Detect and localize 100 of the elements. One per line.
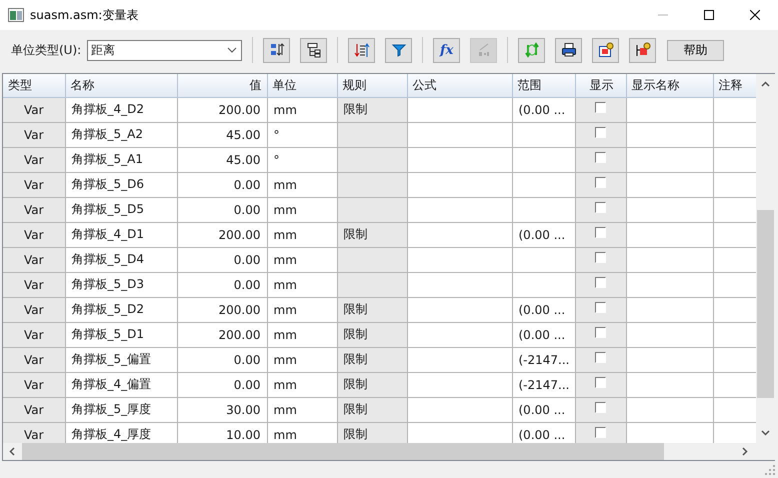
checkbox[interactable]	[595, 102, 606, 113]
filter-button[interactable]	[385, 38, 412, 62]
type-cell: Var	[24, 352, 44, 366]
unit-cell: mm	[274, 278, 297, 292]
name-cell: 角撑板_5_D3	[72, 277, 144, 291]
checkbox[interactable]	[595, 152, 606, 163]
value-cell: 0.00	[234, 378, 260, 392]
column-header[interactable]: 显示名称	[626, 74, 713, 97]
name-cell: 角撑板_5_D1	[72, 327, 144, 341]
printer-icon	[560, 42, 577, 58]
vertical-scrollbar[interactable]	[756, 74, 775, 443]
refresh-button[interactable]	[518, 38, 546, 62]
rule-cell: 限制	[344, 352, 368, 366]
type-cell: Var	[24, 178, 44, 192]
filter-icon	[390, 42, 407, 58]
range-cell: (0.00 ...	[518, 228, 566, 242]
sort-icon	[268, 42, 285, 58]
name-cell: 角撑板_4_偏置	[72, 377, 152, 391]
rule-cell: 限制	[344, 427, 368, 441]
window-title: suasm.asm:变量表	[30, 6, 138, 24]
rule-cell: 限制	[344, 302, 368, 316]
value-cell: 0.00	[234, 202, 260, 216]
chevron-right-icon	[742, 447, 748, 456]
name-cell: 角撑板_5_A1	[72, 152, 143, 166]
unit-cell: °	[274, 128, 280, 142]
tree-button[interactable]	[300, 38, 328, 62]
export-button[interactable]	[592, 38, 620, 62]
column-header[interactable]: 值	[177, 74, 267, 97]
import-button[interactable]	[629, 38, 656, 62]
value-cell: 0.00	[234, 252, 260, 266]
range-cell: (0.00 ...	[518, 102, 566, 116]
checkbox[interactable]	[595, 352, 606, 363]
help-button[interactable]: 帮助	[667, 40, 724, 60]
type-cell: Var	[24, 202, 44, 216]
name-cell: 角撑板_5_厚度	[72, 402, 152, 416]
tree-icon	[306, 42, 322, 58]
app-icon	[8, 8, 24, 22]
name-cell: 角撑板_5_D6	[72, 177, 144, 191]
unit-type-label: 单位类型(U):	[11, 42, 82, 58]
sort-alpha-button[interactable]	[263, 38, 290, 62]
value-cell: 0.00	[234, 178, 260, 192]
import-icon	[634, 42, 651, 58]
value-cell: 10.00	[226, 428, 260, 442]
chevron-left-icon	[8, 447, 14, 456]
column-header[interactable]: 规则	[337, 74, 407, 97]
range-cell: (0.00 ...	[518, 302, 566, 316]
checkbox[interactable]	[595, 202, 606, 213]
column-header[interactable]: 单位	[267, 74, 337, 97]
sort-order-button[interactable]	[348, 38, 376, 62]
value-cell: 45.00	[226, 128, 260, 142]
close-icon	[750, 10, 760, 20]
type-cell: Var	[24, 128, 44, 142]
column-header[interactable]: 注释	[713, 74, 756, 97]
name-cell: 角撑板_5_D5	[72, 202, 144, 216]
column-header[interactable]: 类型	[3, 74, 65, 97]
name-cell: 角撑板_4_厚度	[72, 427, 152, 441]
type-cell: Var	[24, 102, 44, 116]
value-cell: 200.00	[218, 228, 260, 242]
unit-cell: mm	[274, 428, 297, 442]
horizontal-scrollbar[interactable]	[3, 443, 775, 460]
value-cell: 200.00	[218, 328, 260, 342]
column-header[interactable]: 名称	[65, 74, 177, 97]
column-header[interactable]: 公式	[407, 74, 512, 97]
export-icon	[598, 42, 614, 58]
print-button[interactable]	[555, 38, 582, 62]
unit-cell: mm	[274, 302, 297, 316]
type-cell: Var	[24, 402, 44, 416]
checkbox[interactable]	[595, 376, 606, 388]
value-cell: 200.00	[218, 302, 260, 316]
column-header[interactable]: 范围	[512, 74, 575, 97]
checkbox[interactable]	[595, 426, 606, 438]
checkbox[interactable]	[595, 252, 606, 263]
unit-cell: mm	[274, 402, 297, 416]
sort-order-icon	[354, 42, 370, 58]
name-cell: 角撑板_5_D4	[72, 252, 144, 266]
checkbox[interactable]	[595, 176, 606, 188]
checkbox[interactable]	[595, 276, 606, 288]
unit-type-dropdown[interactable]: 距离	[87, 40, 242, 60]
name-cell: 角撑板_5_A2	[72, 127, 143, 141]
type-cell: Var	[24, 152, 44, 166]
range-cell: (-2147...	[518, 378, 570, 392]
unit-cell: mm	[274, 252, 297, 266]
type-cell: Var	[24, 328, 44, 342]
name-cell: 角撑板_4_D2	[72, 102, 144, 116]
checkbox[interactable]	[595, 326, 606, 338]
column-header[interactable]: 显示	[575, 74, 626, 97]
range-cell: (0.00 ...	[518, 402, 566, 416]
checkbox[interactable]	[595, 226, 606, 238]
range-cell: (-2147...	[518, 352, 570, 366]
checkbox[interactable]	[595, 402, 606, 413]
formula-button[interactable]: fx	[433, 38, 460, 62]
name-cell: 角撑板_5_D2	[72, 302, 144, 316]
type-cell: Var	[24, 302, 44, 316]
type-cell: Var	[24, 252, 44, 266]
rule-cell: 限制	[344, 227, 368, 241]
rule-cell: 限制	[344, 102, 368, 116]
value-cell: 200.00	[218, 102, 260, 116]
checkbox[interactable]	[595, 126, 606, 138]
unit-cell: mm	[274, 102, 297, 116]
checkbox[interactable]	[595, 302, 606, 313]
